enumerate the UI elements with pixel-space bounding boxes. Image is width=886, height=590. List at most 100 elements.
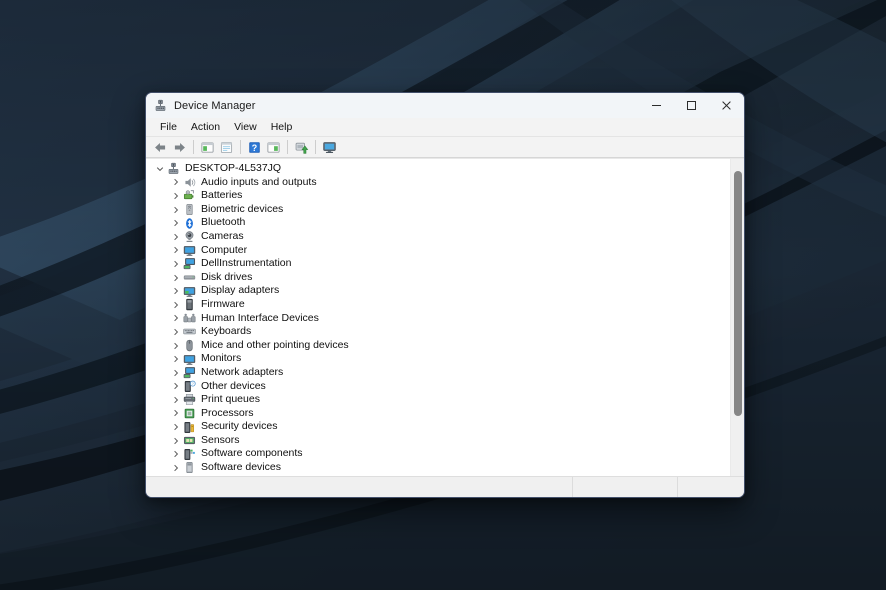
tree-item-dellinstrumentation[interactable]: DellInstrumentation — [146, 257, 730, 271]
chevron-right-icon[interactable] — [168, 355, 183, 363]
chevron-right-icon[interactable] — [168, 233, 183, 241]
fingerprint-icon — [183, 203, 196, 216]
mouse-icon — [183, 339, 196, 352]
chevron-right-icon[interactable] — [168, 178, 183, 186]
minimize-button[interactable] — [639, 93, 674, 118]
chevron-right-icon[interactable] — [168, 328, 183, 336]
tree-item-biometric-devices[interactable]: Biometric devices — [146, 203, 730, 217]
show-hide-action-pane-button[interactable] — [264, 138, 282, 156]
camera-icon — [183, 230, 196, 243]
tree-item-label: DellInstrumentation — [201, 257, 292, 270]
tree-root-label: DESKTOP-4L537JQ — [185, 162, 282, 174]
tree-item-label: Other devices — [201, 379, 266, 392]
action-pane-icon — [266, 141, 280, 153]
tree-item-print-queues[interactable]: Print queues — [146, 393, 730, 407]
tree-root-node[interactable]: DESKTOP-4L537JQ — [146, 162, 730, 176]
chevron-right-icon[interactable] — [168, 423, 183, 431]
bluetooth-icon — [183, 217, 196, 230]
chevron-right-icon[interactable] — [168, 274, 183, 282]
forward-button[interactable] — [170, 138, 188, 156]
tree-item-label: Computer — [201, 243, 248, 256]
scrollbar-thumb[interactable] — [734, 171, 742, 416]
menu-file[interactable]: File — [153, 119, 184, 135]
tree-item-software-devices[interactable]: Software devices — [146, 461, 730, 475]
scan-hardware-changes-button[interactable] — [292, 138, 310, 156]
printer-icon — [183, 393, 196, 406]
tree-item-label: Biometric devices — [201, 202, 284, 215]
tree-item-network-adapters[interactable]: Network adapters — [146, 366, 730, 380]
device-manager-icon — [154, 99, 167, 112]
tree-item-bluetooth[interactable]: Bluetooth — [146, 216, 730, 230]
toolbar-separator — [287, 140, 288, 154]
show-hide-console-tree-button[interactable] — [198, 138, 216, 156]
tree-item-cameras[interactable]: Cameras — [146, 230, 730, 244]
device-tree[interactable]: DESKTOP-4L537JQ Audio inputs and outputs… — [146, 159, 730, 476]
chevron-right-icon[interactable] — [168, 464, 183, 472]
tree-item-label: Bluetooth — [201, 216, 246, 229]
close-button[interactable] — [709, 93, 744, 118]
device-manager-window: Device Manager File Action View Help ? D… — [145, 92, 745, 498]
tree-item-disk-drives[interactable]: Disk drives — [146, 271, 730, 285]
menu-action[interactable]: Action — [184, 119, 227, 135]
tree-item-batteries[interactable]: Batteries — [146, 189, 730, 203]
tree-item-label: Security devices — [201, 420, 278, 433]
back-button[interactable] — [151, 138, 169, 156]
chevron-right-icon[interactable] — [168, 260, 183, 268]
status-bar — [146, 476, 744, 497]
tree-vertical-scrollbar[interactable] — [730, 159, 744, 476]
tree-item-label: Monitors — [201, 352, 242, 365]
tree-item-sensors[interactable]: Sensors — [146, 434, 730, 448]
window-controls — [639, 93, 744, 118]
tree-item-label: Firmware — [201, 297, 245, 310]
computer-root-icon — [167, 162, 180, 175]
chevron-right-icon[interactable] — [168, 192, 183, 200]
chevron-right-icon[interactable] — [168, 287, 183, 295]
processor-icon — [183, 407, 196, 420]
tree-item-mice-and-other-pointing-devices[interactable]: Mice and other pointing devices — [146, 339, 730, 353]
help-button[interactable]: ? — [245, 138, 263, 156]
tree-item-display-adapters[interactable]: Display adapters — [146, 284, 730, 298]
properties-button[interactable] — [217, 138, 235, 156]
battery-icon — [183, 189, 196, 202]
tree-item-keyboards[interactable]: Keyboards — [146, 325, 730, 339]
tree-item-label: Mice and other pointing devices — [201, 338, 349, 351]
chevron-right-icon[interactable] — [168, 342, 183, 350]
chevron-right-icon[interactable] — [168, 450, 183, 458]
tree-item-computer[interactable]: Computer — [146, 244, 730, 258]
chevron-down-icon[interactable] — [152, 165, 167, 173]
chevron-right-icon[interactable] — [168, 246, 183, 254]
properties-icon — [220, 141, 232, 153]
chevron-right-icon[interactable] — [168, 301, 183, 309]
tree-item-label: Keyboards — [201, 325, 252, 338]
tree-item-other-devices[interactable]: ? Other devices — [146, 380, 730, 394]
tree-item-firmware[interactable]: Firmware — [146, 298, 730, 312]
menu-help[interactable]: Help — [264, 119, 300, 135]
maximize-button[interactable] — [674, 93, 709, 118]
tree-item-human-interface-devices[interactable]: Human Interface Devices — [146, 312, 730, 326]
chevron-right-icon[interactable] — [168, 206, 183, 214]
chevron-right-icon[interactable] — [168, 382, 183, 390]
svg-text:?: ? — [192, 382, 194, 386]
display-adapter-icon — [183, 285, 196, 298]
chevron-right-icon[interactable] — [168, 369, 183, 377]
tree-item-security-devices[interactable]: Security devices — [146, 420, 730, 434]
firmware-chip-icon — [183, 298, 196, 311]
tree-item-label: Display adapters — [201, 284, 280, 297]
chevron-right-icon[interactable] — [168, 396, 183, 404]
tree-item-processors[interactable]: Processors — [146, 407, 730, 421]
monitor-network-icon — [183, 257, 196, 270]
window-titlebar[interactable]: Device Manager — [146, 93, 744, 118]
chevron-right-icon[interactable] — [168, 437, 183, 445]
chevron-right-icon[interactable] — [168, 219, 183, 227]
update-driver-button[interactable] — [320, 138, 338, 156]
tree-item-label: Sensors — [201, 433, 240, 446]
status-pane-main — [146, 477, 572, 498]
keyboard-icon — [183, 325, 196, 338]
tree-item-audio-inputs-and-outputs[interactable]: Audio inputs and outputs — [146, 176, 730, 190]
chevron-right-icon[interactable] — [168, 314, 183, 322]
menu-view[interactable]: View — [227, 119, 264, 135]
chevron-right-icon[interactable] — [168, 409, 183, 417]
tree-item-label: Software devices — [201, 461, 281, 474]
tree-item-software-components[interactable]: Software components — [146, 447, 730, 461]
tree-item-monitors[interactable]: Monitors — [146, 352, 730, 366]
